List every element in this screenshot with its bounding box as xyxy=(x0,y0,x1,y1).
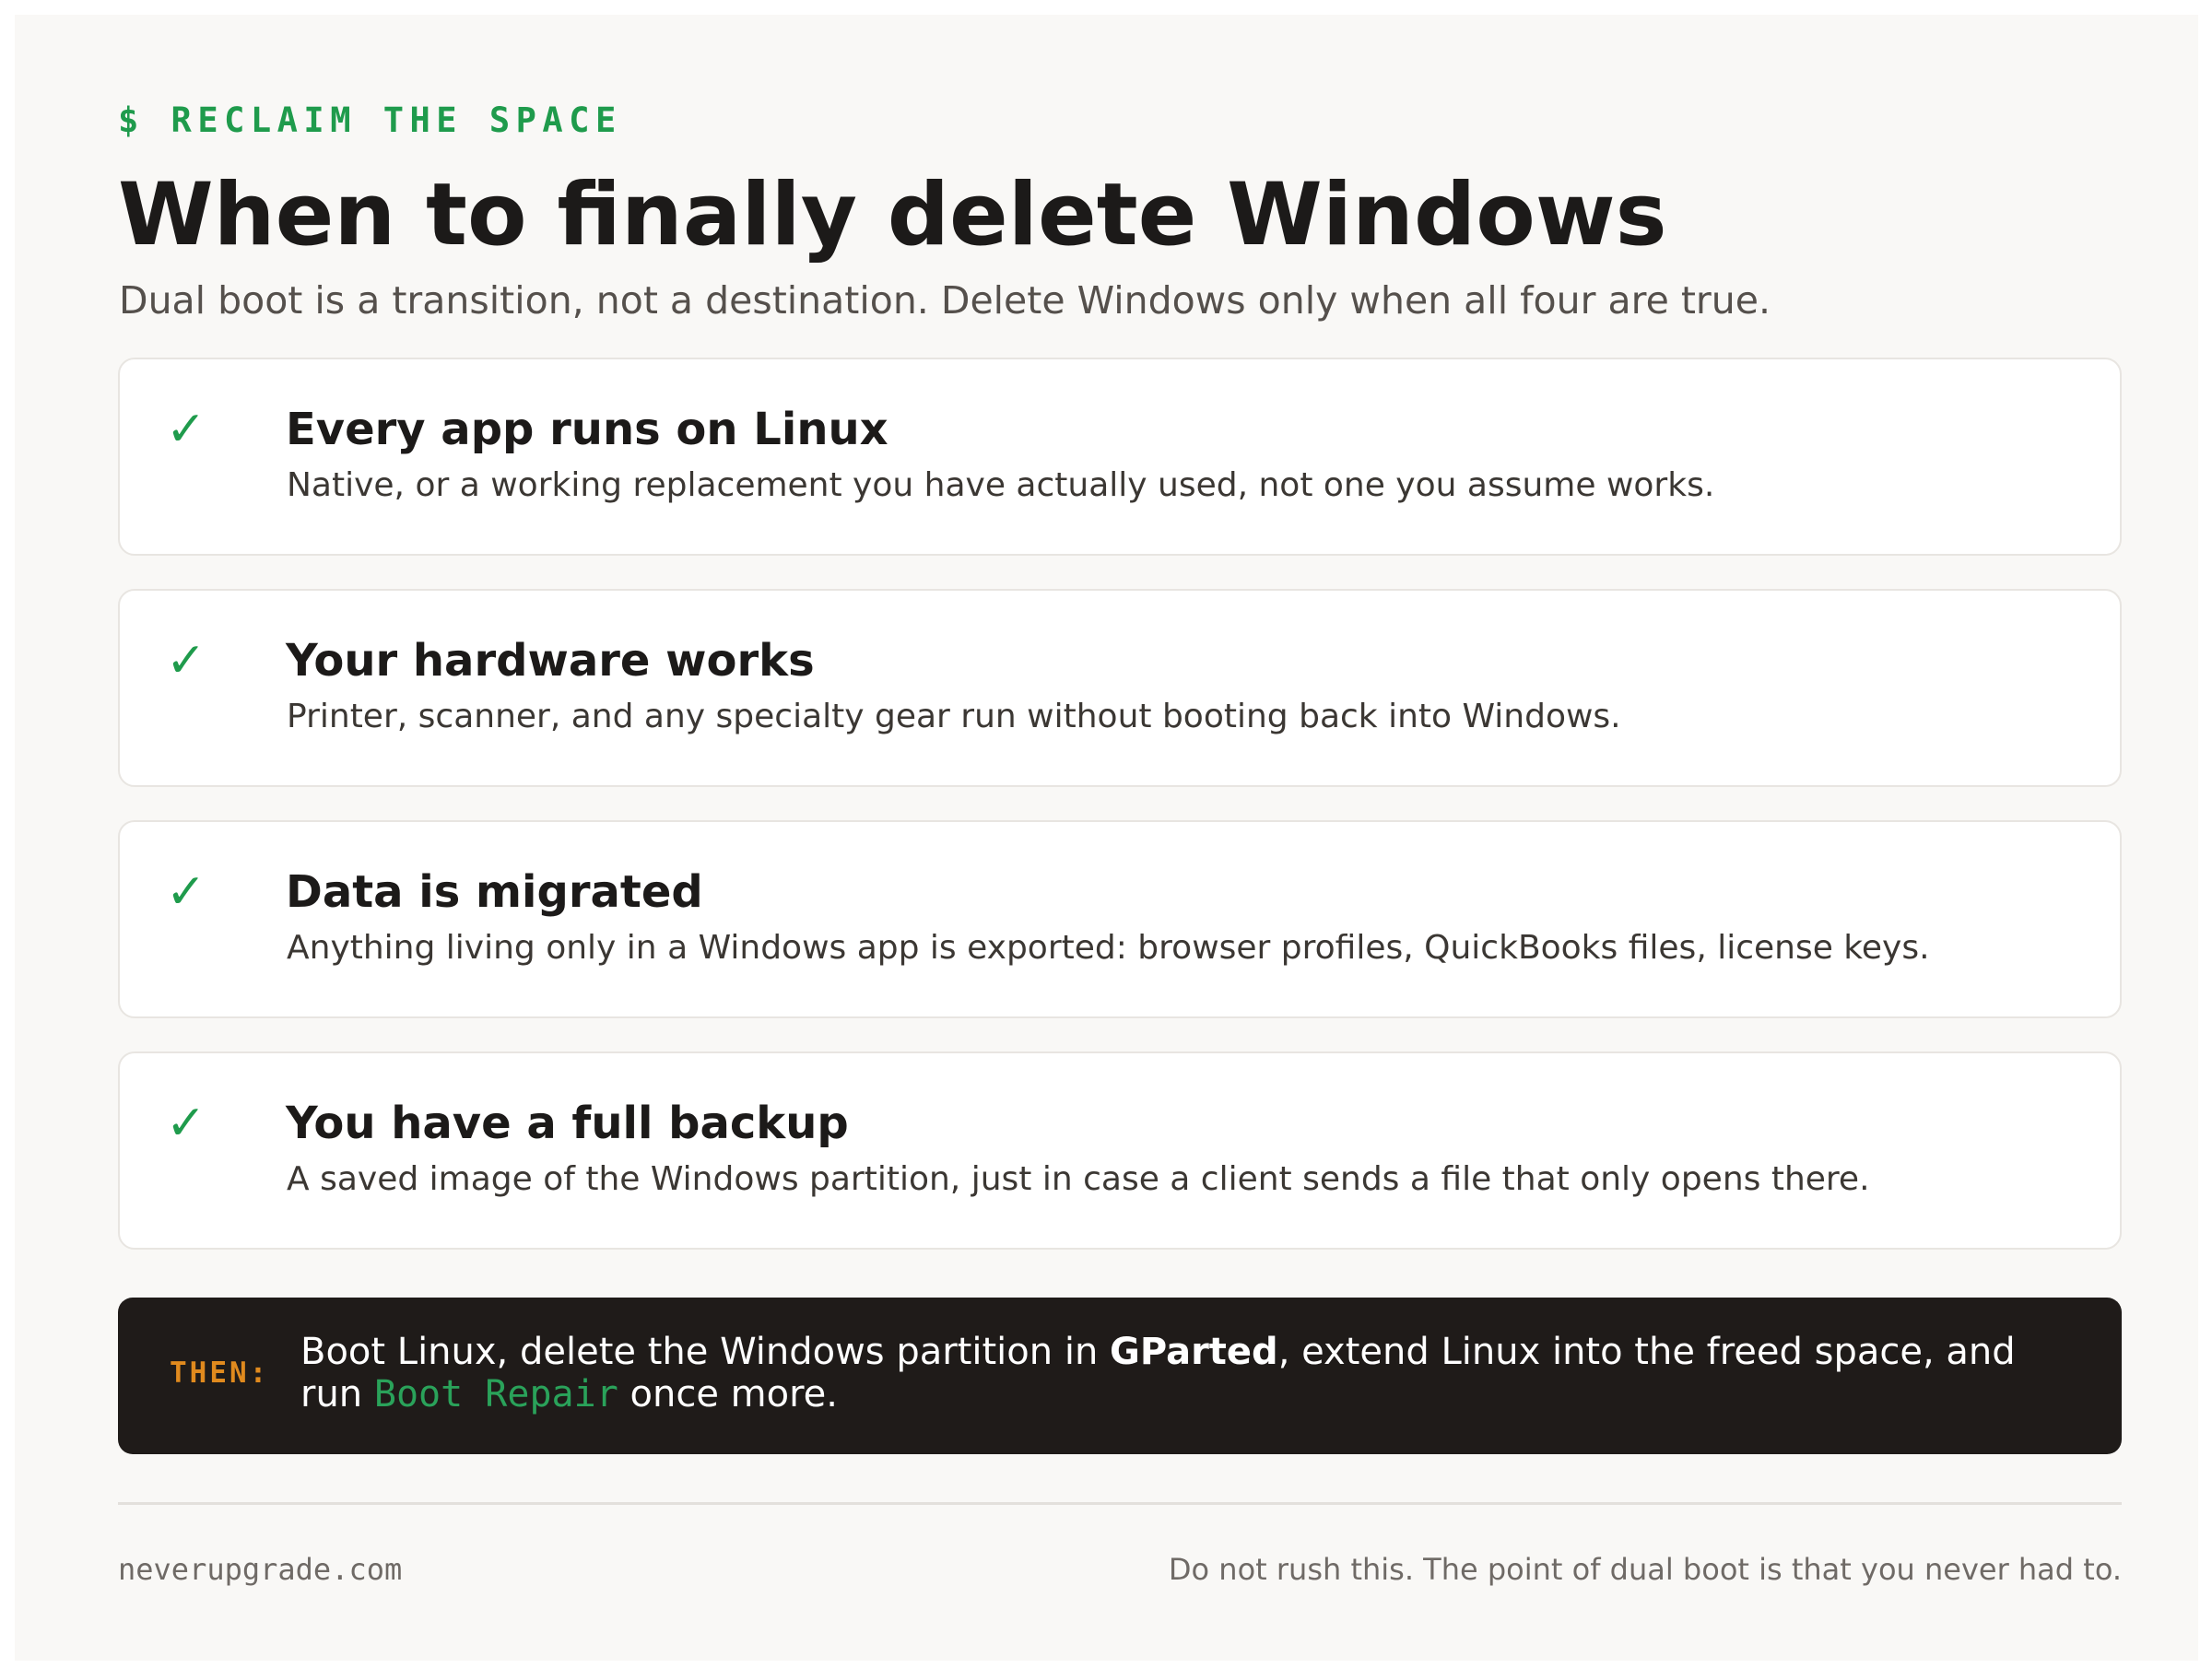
criterion-title: You have a full backup xyxy=(286,1098,849,1149)
criterion-card: ✓ Every app runs on Linux Native, or a w… xyxy=(118,358,2122,556)
eyebrow-label: $ RECLAIM THE SPACE xyxy=(118,100,622,140)
boot-repair-command: Boot Repair xyxy=(373,1373,618,1415)
check-icon: ✓ xyxy=(166,402,206,457)
page: $ RECLAIM THE SPACE When to finally dele… xyxy=(15,15,2198,1661)
footer-site: neverupgrade.com xyxy=(118,1552,403,1587)
then-text-part: Boot Linux, delete the Windows partition… xyxy=(300,1331,1111,1373)
criterion-description: Native, or a working replacement you hav… xyxy=(287,466,1715,504)
criterion-description: Anything living only in a Windows app is… xyxy=(287,929,1930,967)
then-text-part: once more. xyxy=(618,1373,838,1415)
then-label: THEN: xyxy=(170,1357,270,1390)
check-icon: ✓ xyxy=(166,864,206,920)
then-callout: THEN: Boot Linux, delete the Windows par… xyxy=(118,1298,2122,1454)
page-subtitle: Dual boot is a transition, not a destina… xyxy=(119,278,1771,323)
criterion-card: ✓ You have a full backup A saved image o… xyxy=(118,1051,2122,1250)
criterion-title: Data is migrated xyxy=(286,866,703,918)
criterion-title: Your hardware works xyxy=(286,635,815,687)
footer-note: Do not rush this. The point of dual boot… xyxy=(1168,1552,2122,1587)
criterion-description: Printer, scanner, and any specialty gear… xyxy=(287,698,1621,735)
criterion-description: A saved image of the Windows partition, … xyxy=(287,1160,1870,1198)
criterion-card: ✓ Your hardware works Printer, scanner, … xyxy=(118,589,2122,787)
criterion-title: Every app runs on Linux xyxy=(286,404,888,455)
check-icon: ✓ xyxy=(166,633,206,688)
gparted-highlight: GParted xyxy=(1110,1331,1278,1373)
then-instructions: Boot Linux, delete the Windows partition… xyxy=(300,1331,2088,1415)
check-icon: ✓ xyxy=(166,1096,206,1151)
footer-divider xyxy=(118,1502,2122,1505)
page-title: When to finally delete Windows xyxy=(118,165,1667,265)
criterion-card: ✓ Data is migrated Anything living only … xyxy=(118,820,2122,1018)
